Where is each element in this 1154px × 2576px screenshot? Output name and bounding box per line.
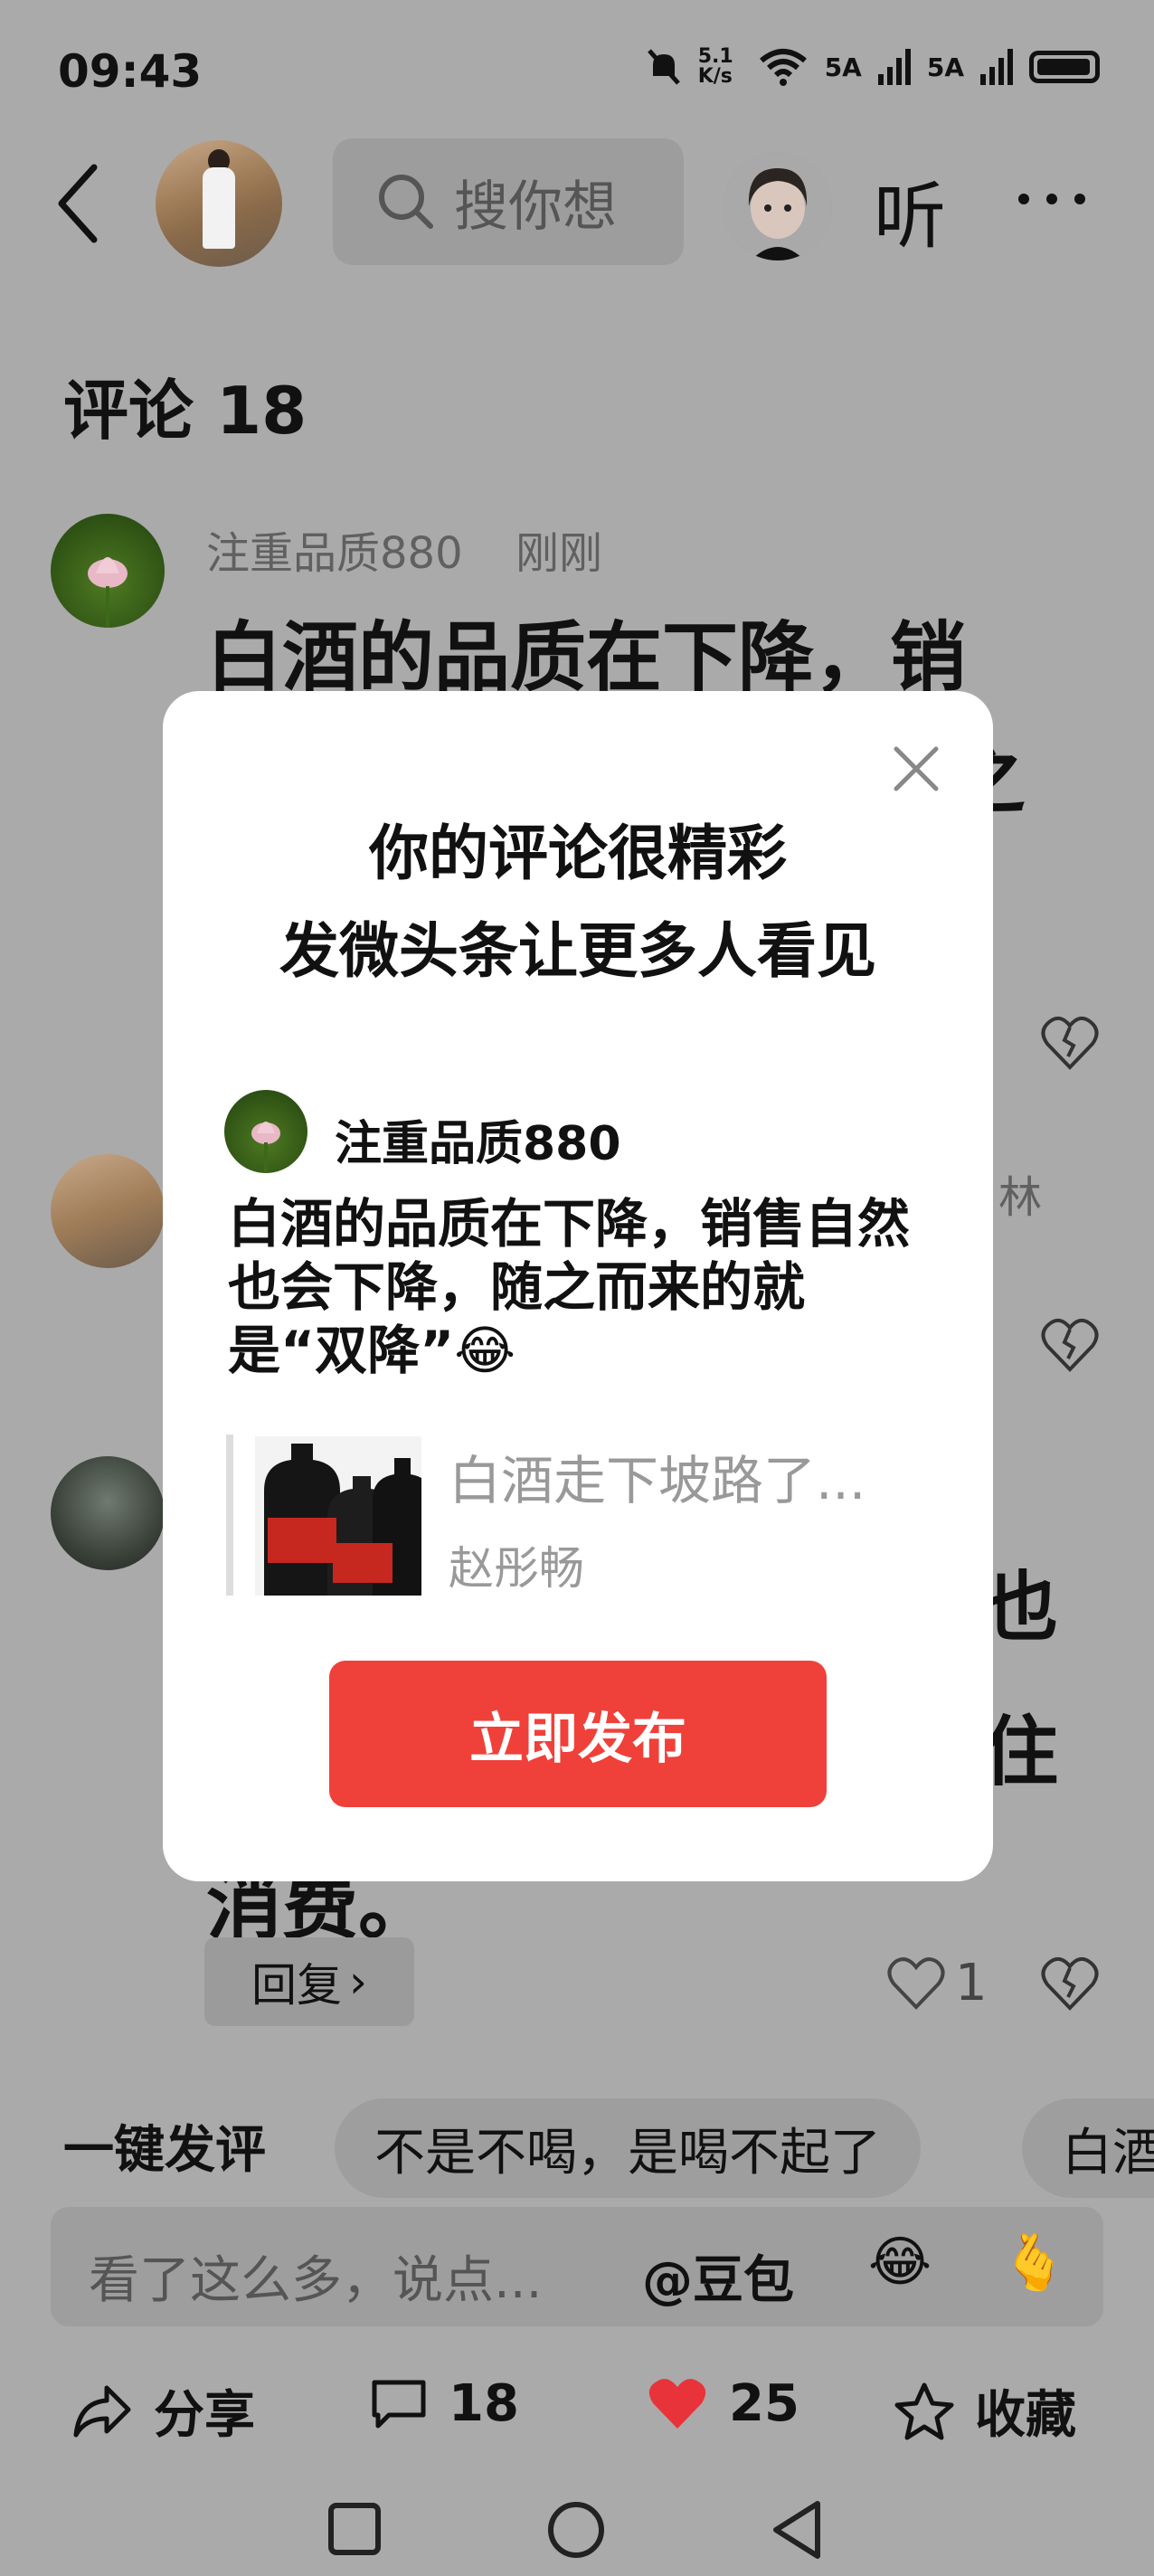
- back-nav-icon[interactable]: [771, 2500, 825, 2560]
- quick-reply-chip[interactable]: 白酒: [1022, 2098, 1154, 2198]
- star-icon: [894, 2382, 954, 2439]
- comment-text-tail: 住: [982, 1708, 1059, 1796]
- publish-now-button[interactable]: 立即发布: [329, 1661, 827, 1807]
- dislike-icon[interactable]: [1040, 1956, 1100, 2012]
- battery-icon: [1029, 51, 1100, 83]
- comment-input-placeholder: 看了这么多，说点...: [89, 2251, 543, 2310]
- share-label: 分享: [154, 2386, 255, 2445]
- article-title: 白酒走下坡路了...: [449, 1450, 866, 1511]
- author-avatar[interactable]: [156, 140, 282, 267]
- dislike-icon[interactable]: [1040, 1317, 1100, 1373]
- search-placeholder: 搜你想: [454, 175, 617, 239]
- laugh-emoji-icon[interactable]: 😂: [868, 2230, 932, 2294]
- comment-author-tail: 林: [998, 1172, 1043, 1223]
- likes-count: 25: [729, 2374, 799, 2433]
- commenter-avatar[interactable]: [51, 1456, 165, 1570]
- favorite-button[interactable]: 收藏: [894, 2374, 1076, 2448]
- recents-icon[interactable]: [327, 2502, 382, 2556]
- dialog-author-avatar: [224, 1090, 307, 1173]
- heart-outline-icon: [887, 1956, 945, 2010]
- favorite-label: 收藏: [975, 2386, 1076, 2445]
- search-bar[interactable]: 搜你想: [333, 138, 684, 265]
- comments-count: 18: [449, 2374, 519, 2433]
- mute-icon: [647, 49, 680, 85]
- quote-bar: [226, 1435, 233, 1596]
- quick-reply-chip[interactable]: 不是不喝，是喝不起了: [335, 2098, 921, 2198]
- like-button[interactable]: 1: [886, 1954, 988, 2012]
- reply-button[interactable]: 回复 ›: [204, 1937, 414, 2026]
- signal2-label: 5A: [926, 52, 964, 82]
- close-icon[interactable]: [889, 742, 943, 796]
- listen-button[interactable]: 听: [874, 158, 946, 263]
- comment-time: 刚刚: [516, 528, 603, 579]
- assistant-avatar[interactable]: [724, 152, 832, 260]
- comments-title: 评论 18: [63, 373, 307, 449]
- more-icon[interactable]: [1015, 185, 1089, 213]
- net-speed: 5.1 K/s: [697, 45, 733, 88]
- share-icon: [73, 2385, 131, 2437]
- article-thumbnail: [255, 1436, 421, 1596]
- signal-bars-icon: [877, 49, 911, 85]
- dialog-comment-text: 白酒的品质在下降，销售自然也会下降，随之而来的就是“双降”😂: [228, 1193, 911, 1381]
- commenter-avatar[interactable]: [51, 1154, 165, 1268]
- mention-doubao-button[interactable]: @豆包: [642, 2240, 794, 2313]
- dislike-icon[interactable]: [1040, 1015, 1100, 1071]
- back-icon[interactable]: [49, 158, 112, 249]
- status-time: 09:43: [58, 45, 203, 98]
- heart-filled-icon: [648, 2378, 706, 2429]
- comment-author[interactable]: 注重品质880: [206, 517, 463, 581]
- quick-reply-label: 一键发评: [63, 2121, 266, 2180]
- dialog-subtitle: 发微头条让更多人看见: [279, 916, 876, 986]
- home-icon[interactable]: [546, 2500, 606, 2560]
- chevron-right-icon: ›: [349, 1956, 367, 2008]
- commenter-avatar[interactable]: [51, 514, 165, 628]
- status-icons: 5.1 K/s 5A 5A: [646, 47, 1100, 87]
- signal-bars-icon: [980, 49, 1013, 85]
- comment-icon: [372, 2380, 426, 2428]
- comment-text-tail: 也: [982, 1563, 1059, 1652]
- like-post-button[interactable]: 25: [646, 2374, 799, 2433]
- reply-label: 回复: [251, 1959, 342, 2012]
- dialog-title: 你的评论很精彩: [369, 819, 787, 888]
- comments-button[interactable]: 18: [369, 2374, 519, 2433]
- like-count: 1: [955, 1954, 988, 2012]
- status-bar: 09:43 5.1 K/s 5A 5A: [0, 0, 1154, 145]
- wifi-icon: [759, 49, 807, 86]
- search-icon: [379, 175, 433, 229]
- finger-heart-emoji-icon[interactable]: 🫰: [1000, 2230, 1068, 2295]
- share-button[interactable]: 分享: [71, 2374, 255, 2448]
- dialog-author-name: 注重品质880: [335, 1117, 621, 1171]
- signal1-label: 5A: [824, 52, 862, 82]
- article-author: 赵彤畅: [449, 1542, 584, 1595]
